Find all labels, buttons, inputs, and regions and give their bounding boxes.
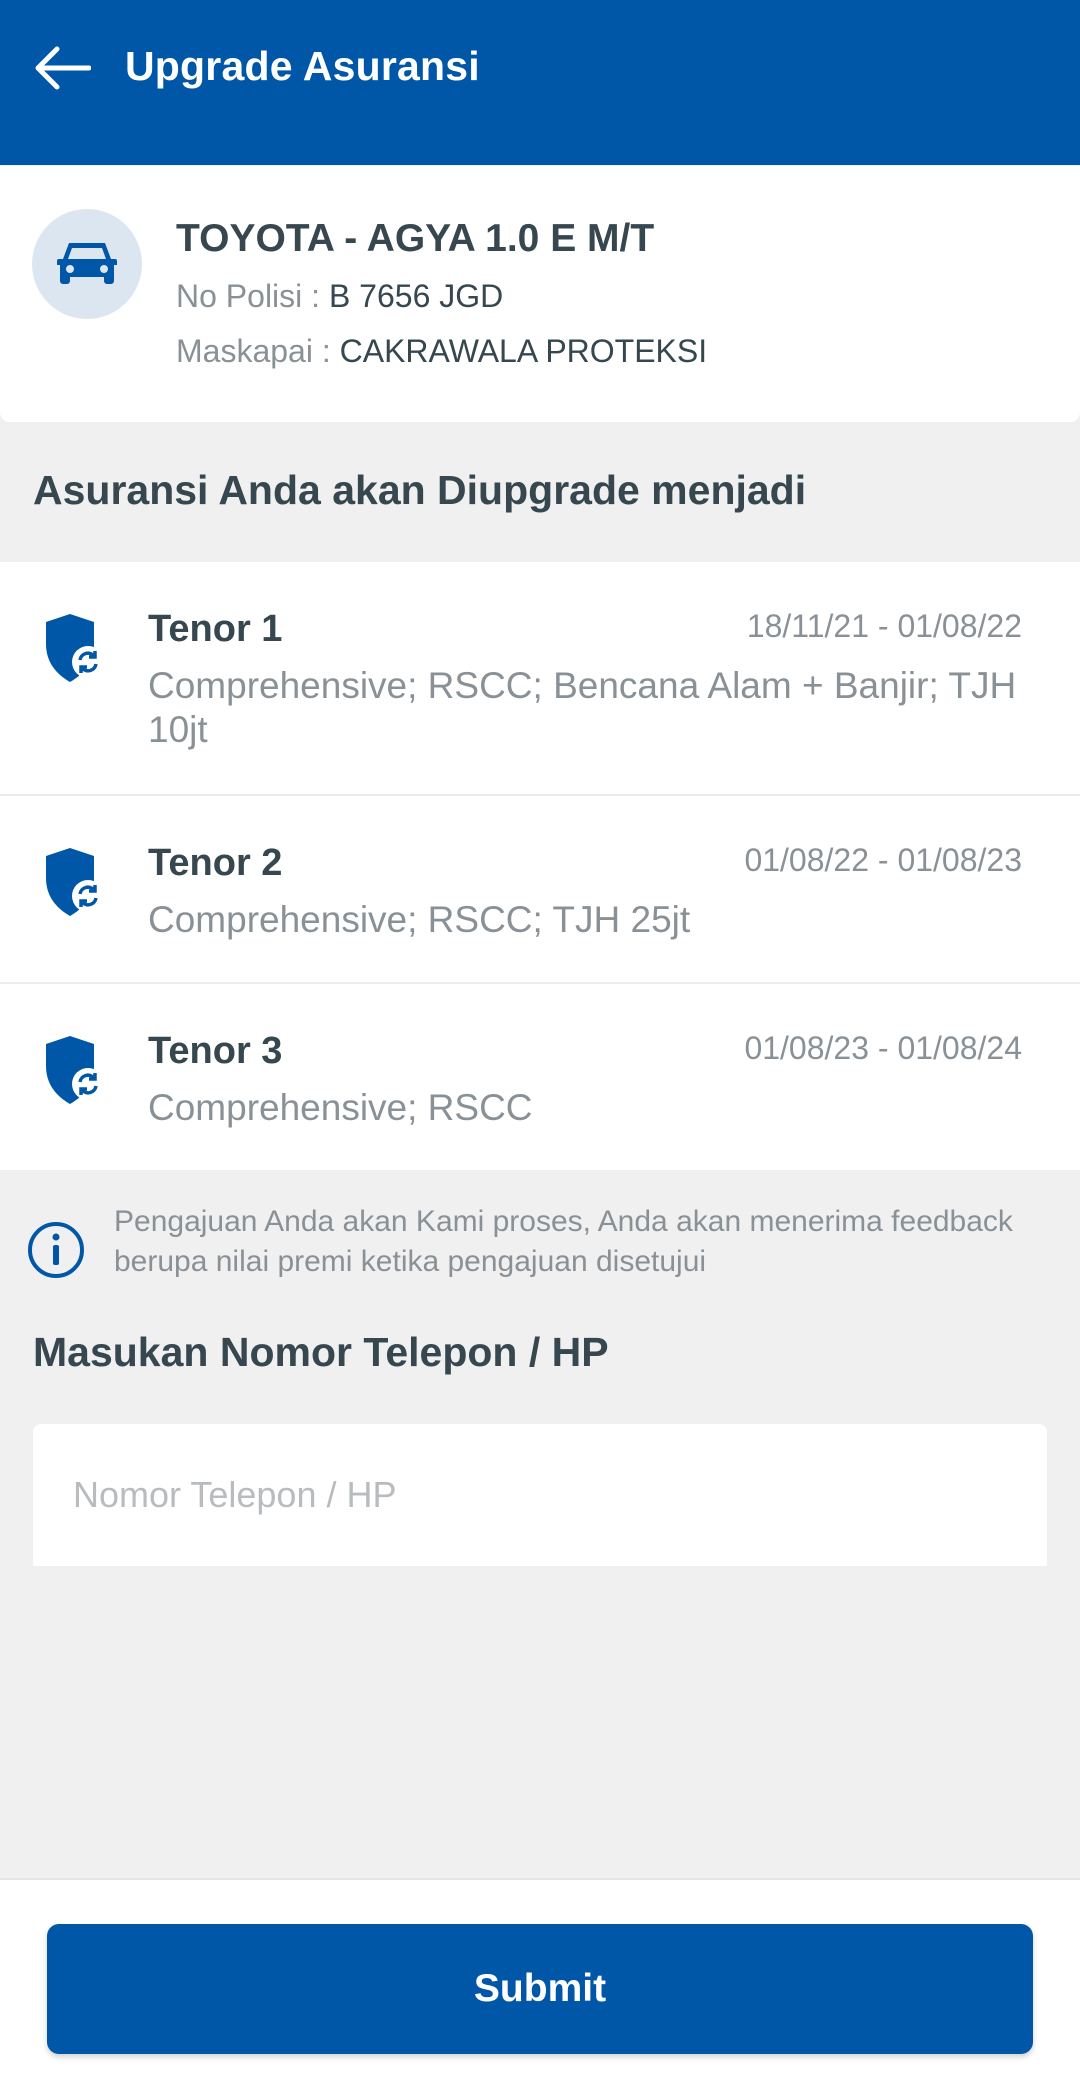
tenor-name: Tenor 2 [148,842,283,884]
info-text: Pengajuan Anda akan Kami proses, Anda ak… [114,1205,1013,1278]
info-icon [28,1222,84,1278]
shield-refresh-icon [46,848,104,916]
app-bar: Upgrade Asuransi [0,0,1080,165]
shield-refresh-icon [46,614,104,682]
insurer-value: CAKRAWALA PROTEKSI [339,333,708,369]
submit-button[interactable]: Submit [47,1924,1033,2054]
tenor-coverage: Comprehensive; RSCC; TJH 25jt [148,899,691,940]
tenor-name: Tenor 3 [148,1030,283,1072]
bottom-action-bar: Submit [0,1878,1080,2082]
tenor-name: Tenor 1 [148,608,283,650]
shield-refresh-icon [46,1036,104,1104]
tenor-item: Tenor 2 01/08/22 - 01/08/23 Comprehensiv… [0,796,1080,984]
plate-value: B 7656 JGD [328,278,504,314]
page-title: Upgrade Asuransi [125,43,480,89]
tenor-coverage: Comprehensive; RSCC; Bencana Alam + Banj… [148,665,1017,750]
tenor-coverage: Comprehensive; RSCC [148,1087,533,1128]
vehicle-name: TOYOTA - AGYA 1.0 E M/T [176,217,655,260]
upgrade-section-title: Asuransi Anda akan Diupgrade menjadi [33,467,807,513]
tenor-period: 18/11/21 - 01/08/22 [746,608,1022,644]
info-notice: Pengajuan Anda akan Kami proses, Anda ak… [26,1202,1056,1292]
vehicle-avatar [32,209,142,319]
insurer-label: Maskapai : [176,333,340,369]
vehicle-plate-row: No Polisi : B 7656 JGD [176,276,503,316]
tenor-period: 01/08/22 - 01/08/23 [744,842,1022,878]
phone-section-title: Masukan Nomor Telepon / HP [33,1329,609,1375]
vehicle-card: TOYOTA - AGYA 1.0 E M/T No Polisi : B 76… [0,166,1080,422]
phone-number-input[interactable] [33,1424,1047,1566]
arrow-left-icon [35,46,91,90]
back-button[interactable] [28,34,96,102]
car-icon [57,243,117,284]
tenor-period: 01/08/23 - 01/08/24 [744,1030,1022,1066]
tenor-item: Tenor 1 18/11/21 - 01/08/22 Comprehensiv… [0,562,1080,796]
tenor-list: Tenor 1 18/11/21 - 01/08/22 Comprehensiv… [0,562,1080,1170]
plate-label: No Polisi : [176,278,329,314]
vehicle-insurer-row: Maskapai : CAKRAWALA PROTEKSI [176,331,707,371]
tenor-item: Tenor 3 01/08/23 - 01/08/24 Comprehensiv… [0,984,1080,1170]
